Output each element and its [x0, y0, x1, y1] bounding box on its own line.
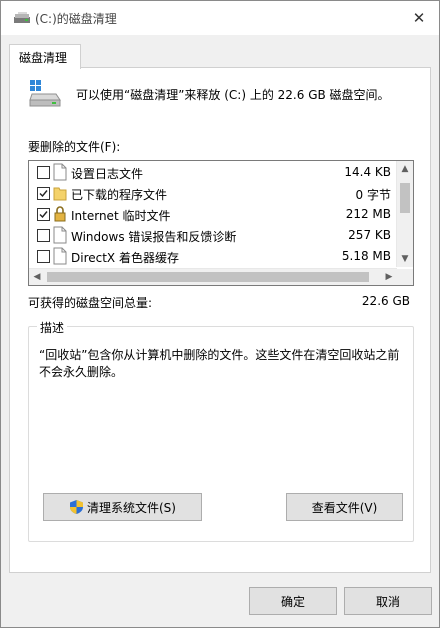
- vertical-scroll-thumb[interactable]: [400, 183, 410, 213]
- scroll-down-icon[interactable]: ▼: [397, 251, 413, 267]
- file-size: 14.4 KB: [344, 165, 391, 179]
- ok-button[interactable]: 确定: [249, 587, 337, 615]
- file-name: Windows 错误报告和反馈诊断: [71, 230, 237, 244]
- file-checkbox[interactable]: [37, 250, 50, 263]
- checkmark-icon: [39, 211, 48, 219]
- tab-panel: 可以使用“磁盘清理”来释放 (C:) 上的 22.6 GB 磁盘空间。 要删除的…: [9, 67, 431, 573]
- scrollbar-corner: [397, 269, 413, 285]
- file-name: DirectX 着色器缓存: [71, 251, 179, 265]
- disk-cleanup-icon: [14, 12, 30, 23]
- view-files-label: 查看文件(V): [311, 500, 378, 515]
- scroll-left-icon[interactable]: ◀: [29, 269, 45, 285]
- ok-label: 确定: [280, 594, 305, 609]
- close-button[interactable]: ✕: [407, 7, 431, 29]
- tab-label: 磁盘清理: [19, 51, 68, 65]
- file-size: 0 字节: [355, 188, 391, 202]
- description-title: 描述: [37, 319, 68, 336]
- file-name: 设置日志文件: [71, 167, 144, 181]
- file-checkbox[interactable]: [37, 166, 50, 179]
- window-title: (C:)的磁盘清理: [35, 12, 117, 26]
- file-row[interactable]: 设置日志文件 14.4 KB: [29, 162, 397, 183]
- file-size: 257 KB: [348, 228, 391, 242]
- folder-icon: [53, 184, 67, 202]
- hard-drive-icon: [29, 80, 61, 107]
- uac-shield-icon: [70, 500, 83, 514]
- file-row[interactable]: Internet 临时文件 212 MB: [29, 204, 397, 225]
- file-size: 212 MB: [345, 207, 391, 221]
- checkmark-icon: [39, 190, 48, 198]
- cancel-label: 取消: [375, 594, 400, 609]
- file-checkbox[interactable]: [37, 229, 50, 242]
- file-size: 5.18 MB: [341, 249, 391, 263]
- lock-icon: [53, 205, 67, 223]
- file-icon: [53, 247, 67, 265]
- close-icon: ✕: [412, 9, 426, 27]
- file-name: Internet 临时文件: [71, 209, 171, 223]
- view-files-button[interactable]: 查看文件(V): [286, 493, 403, 521]
- file-icon: [53, 226, 67, 244]
- header-text: 可以使用“磁盘清理”来释放 (C:) 上的 22.6 GB 磁盘空间。: [76, 88, 390, 102]
- scroll-right-icon[interactable]: ▶: [381, 269, 397, 285]
- description-group: 描述 “回收站”包含你从计算机中删除的文件。这些文件在清空回收站之前不会永久删除…: [28, 319, 414, 542]
- file-icon: [53, 163, 67, 181]
- total-space-label: 可获得的磁盘空间总量:: [28, 296, 153, 310]
- vertical-scrollbar[interactable]: ▲ ▼: [396, 161, 413, 267]
- title-bar[interactable]: (C:)的磁盘清理 ✕: [1, 1, 439, 35]
- file-checkbox[interactable]: [37, 208, 50, 221]
- files-listbox[interactable]: 设置日志文件 14.4 KB 已下载的程序文件 0 字节 Internet 临时文件 21…: [28, 160, 414, 286]
- scroll-up-icon[interactable]: ▲: [397, 161, 413, 177]
- description-text: “回收站”包含你从计算机中删除的文件。这些文件在清空回收站之前不会永久删除。: [39, 348, 400, 379]
- clean-system-files-button[interactable]: 清理系统文件(S): [43, 493, 202, 521]
- cancel-button[interactable]: 取消: [344, 587, 432, 615]
- clean-system-files-label: 清理系统文件(S): [87, 500, 176, 515]
- file-row[interactable]: 已下载的程序文件 0 字节: [29, 183, 397, 204]
- file-name: 已下载的程序文件: [71, 188, 168, 202]
- disk-cleanup-window: (C:)的磁盘清理 ✕ 磁盘清理 可以使用“磁盘清理”来释放 (C:) 上的 2…: [0, 0, 440, 628]
- total-space-value: 22.6 GB: [361, 294, 410, 308]
- file-checkbox[interactable]: [37, 187, 50, 200]
- files-to-delete-label: 要删除的文件(F):: [28, 140, 121, 154]
- horizontal-scroll-thumb[interactable]: [47, 272, 369, 282]
- file-row[interactable]: Windows 错误报告和反馈诊断 257 KB: [29, 225, 397, 246]
- tab-disk-cleanup[interactable]: 磁盘清理: [9, 44, 81, 69]
- file-row[interactable]: DirectX 着色器缓存 5.18 MB: [29, 246, 397, 267]
- horizontal-scrollbar[interactable]: ◀ ▶: [29, 268, 397, 285]
